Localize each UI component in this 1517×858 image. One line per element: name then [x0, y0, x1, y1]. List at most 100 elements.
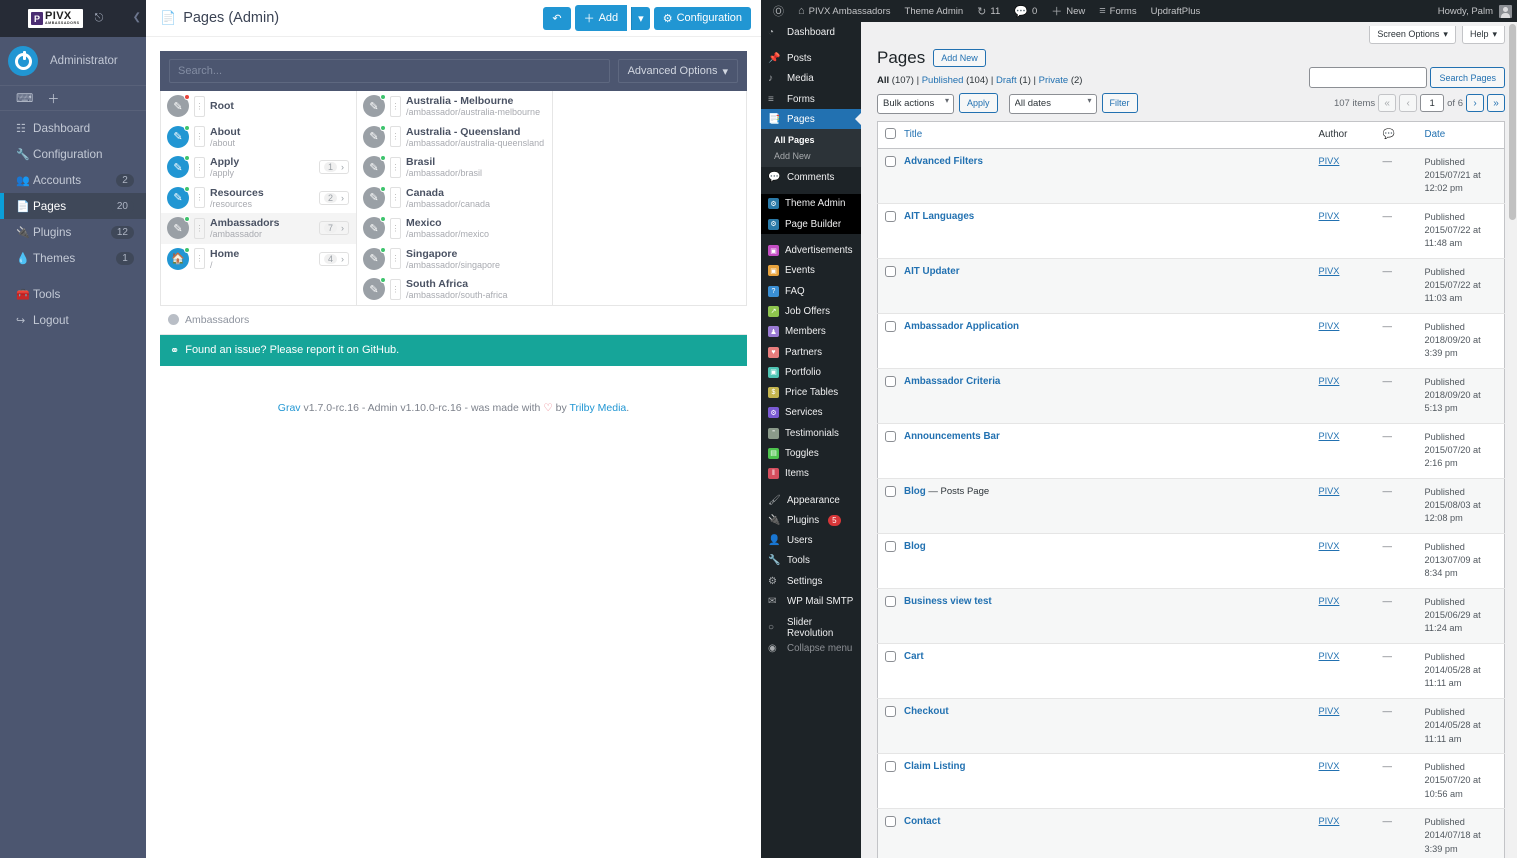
page-title-link[interactable]: Announcements Bar — [904, 431, 1000, 442]
drag-handle[interactable]: ⋮ — [390, 187, 401, 209]
row-checkbox[interactable] — [885, 650, 896, 662]
page-title-link[interactable]: Claim Listing — [904, 761, 966, 772]
home-icon[interactable]: 🏠 — [167, 246, 190, 270]
page-title-link[interactable]: Cart — [904, 651, 924, 662]
table-row[interactable]: Blog — Posts Page PIVX — Published 2015/08/0… — [877, 477, 1505, 534]
child-count-button[interactable]: 4 › — [318, 251, 349, 266]
wp-admin-bar-account[interactable]: Howdy, Palm — [1438, 4, 1517, 18]
page-title-link[interactable]: Checkout — [904, 706, 949, 717]
row-select-cell[interactable] — [877, 312, 900, 369]
page-tree-row[interactable]: ✎ ⋮ Resources/resources 2 › — [161, 183, 356, 214]
sidebar-item-theme-admin[interactable]: ⚙ Theme Admin — [761, 193, 861, 215]
add-new-button[interactable]: Add New — [933, 49, 986, 67]
sidebar-item-pages[interactable]: 📑 Pages — [761, 109, 861, 130]
page-title-link[interactable]: Contact — [904, 816, 940, 827]
search-input[interactable] — [1309, 67, 1428, 88]
page-tree-row[interactable]: ✎ ⋮ Root — [161, 91, 356, 122]
sidebar-item-settings[interactable]: ⚙ Settings — [761, 571, 861, 591]
row-select-cell[interactable] — [877, 532, 900, 589]
author-link[interactable]: PIVX — [1319, 321, 1340, 331]
page-title-link[interactable]: Business view test — [904, 596, 992, 607]
row-checkbox[interactable] — [885, 595, 896, 607]
page-title-link[interactable]: Ambassador Application — [904, 321, 1019, 332]
sidebar-item-price-tables[interactable]: $ Price Tables — [761, 382, 861, 402]
row-select-cell[interactable] — [877, 202, 900, 259]
drag-handle[interactable]: ⋮ — [194, 95, 205, 117]
row-select-cell[interactable] — [877, 147, 900, 204]
sidebar-item-media[interactable]: ♪ Media — [761, 69, 861, 89]
row-select-cell[interactable] — [877, 587, 900, 644]
submenu-item-add-new[interactable]: Add New — [761, 148, 861, 164]
sidebar-item-plugins[interactable]: 🔌 Plugins 5 — [761, 510, 861, 530]
table-row[interactable]: Blog PIVX — Published 2013/07/09 at 8:34 pm — [877, 532, 1505, 589]
row-checkbox[interactable] — [885, 705, 896, 717]
select-all-checkbox[interactable] — [885, 127, 896, 139]
author-link[interactable]: PIVX — [1319, 706, 1340, 716]
grav-nav-item-logout[interactable]: ↪ Logout — [0, 307, 146, 333]
admin-bar-item-forms[interactable]: ≡ Forms — [1092, 0, 1143, 22]
page-tree-row[interactable]: ✎ ⋮ Ambassadors/ambassador 7 › — [161, 213, 356, 244]
author-link[interactable]: PIVX — [1319, 156, 1340, 166]
trilby-media-link[interactable]: Trilby Media — [569, 402, 626, 414]
sidebar-item-job-offers[interactable]: ↗ Job Offers — [761, 301, 861, 321]
filter-link-published[interactable]: Published — [922, 75, 964, 86]
page-edit-icon[interactable]: ✎ — [167, 155, 190, 179]
bulk-actions-select[interactable]: Bulk actions — [877, 93, 954, 114]
row-checkbox[interactable] — [885, 760, 896, 772]
page-edit-icon[interactable]: ✎ — [363, 216, 386, 240]
sidebar-item-toggles[interactable]: ▤ Toggles — [761, 443, 861, 463]
configuration-button[interactable]: ⚙ Configuration — [653, 6, 751, 30]
add-dropdown-button[interactable]: ▾ — [631, 6, 650, 30]
drag-handle[interactable]: ⋮ — [390, 217, 401, 239]
report-issue-bar[interactable]: ⚭ Found an issue? Please report it on Gi… — [160, 334, 747, 366]
row-select-cell[interactable] — [877, 642, 900, 699]
table-row[interactable]: AIT Updater PIVX — Published 2015/07/22 at 1… — [877, 257, 1505, 314]
add-icon[interactable]: ＋ — [47, 90, 59, 107]
child-count-button[interactable]: 7 › — [318, 221, 349, 236]
row-select-cell[interactable] — [877, 367, 900, 424]
drag-handle[interactable]: ⋮ — [194, 217, 205, 239]
admin-bar-item-0[interactable]: 💬 0 — [1007, 0, 1044, 22]
sidebar-item-partners[interactable]: ♥ Partners — [761, 342, 861, 362]
sidebar-item-appearance[interactable]: 🖌 Appearance — [761, 490, 861, 510]
external-link-icon[interactable]: ⎋ — [95, 12, 104, 25]
page-tree-row[interactable]: ✎ ⋮ Brasil/ambassador/brasil — [357, 152, 552, 183]
page-tree-row[interactable]: ✎ ⋮ Australia - Queensland/ambassador/aust… — [357, 122, 552, 153]
page-tree-row[interactable]: ✎ ⋮ Mexico/ambassador/mexico — [357, 213, 552, 244]
grav-nav-item-dashboard[interactable]: ☷ Dashboard — [0, 115, 146, 141]
sidebar-item-testimonials[interactable]: ” Testimonials — [761, 423, 861, 443]
sidebar-item-tools[interactable]: 🔧 Tools — [761, 551, 861, 571]
page-edit-icon[interactable]: ✎ — [167, 216, 190, 240]
sidebar-item-services[interactable]: ⚙ Services — [761, 403, 861, 423]
row-checkbox[interactable] — [885, 430, 896, 442]
back-button[interactable]: ↶ — [543, 6, 571, 30]
sidebar-item-page-builder[interactable]: ⚙ Page Builder — [761, 214, 861, 235]
author-link[interactable]: PIVX — [1319, 431, 1340, 441]
help-button[interactable]: Help ▾ — [1461, 26, 1505, 44]
page-edit-icon[interactable]: ✎ — [167, 185, 190, 209]
page-edit-icon[interactable]: ✎ — [363, 94, 386, 118]
sidebar-item-wp-mail-smtp[interactable]: ✉ WP Mail SMTP — [761, 591, 861, 611]
row-select-cell[interactable] — [877, 752, 900, 809]
table-row[interactable]: AIT Languages PIVX — Published 2015/07/22 at… — [877, 202, 1505, 259]
prev-page-button[interactable]: ‹ — [1399, 94, 1418, 113]
author-link[interactable]: PIVX — [1319, 266, 1340, 276]
page-edit-icon[interactable]: ✎ — [167, 124, 190, 148]
table-row[interactable]: Contact PIVX — Published 2014/07/18 at 3:39 … — [877, 807, 1505, 858]
drag-handle[interactable]: ⋮ — [390, 126, 401, 148]
page-title-link[interactable]: AIT Updater — [904, 266, 960, 277]
drag-handle[interactable]: ⋮ — [194, 126, 205, 148]
row-checkbox[interactable] — [885, 375, 896, 387]
grav-nav-item-accounts[interactable]: 👥 Accounts 2 — [0, 167, 146, 193]
admin-bar-item-new[interactable]: ＋ New — [1044, 0, 1092, 22]
table-row[interactable]: Announcements Bar PIVX — Published 2015/07/2… — [877, 422, 1505, 479]
column-header-title[interactable]: Title — [900, 121, 1315, 149]
filter-link-draft[interactable]: Draft — [996, 75, 1017, 86]
drag-handle[interactable]: ⋮ — [390, 248, 401, 270]
filter-link-all[interactable]: All — [877, 75, 889, 86]
row-select-cell[interactable] — [877, 422, 900, 479]
page-tree-row[interactable]: 🏠 ⋮ Home/4 › — [161, 244, 356, 275]
screen-options-button[interactable]: Screen Options ▾ — [1369, 26, 1456, 44]
sidebar-item-posts[interactable]: 📌 Posts — [761, 48, 861, 68]
drag-handle[interactable]: ⋮ — [194, 187, 205, 209]
